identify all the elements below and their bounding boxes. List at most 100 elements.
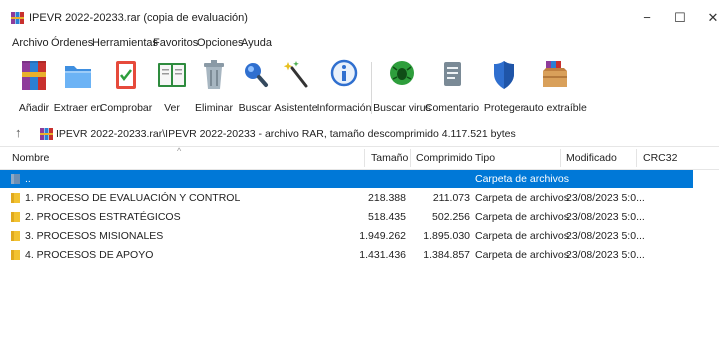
row-name: 3. PROCESOS MISIONALES — [25, 230, 164, 242]
row-type: Carpeta de archivos — [475, 230, 569, 242]
column-crc[interactable]: CRC32 — [643, 152, 677, 164]
comment-icon — [444, 62, 461, 86]
sfx-label: auto extraíble — [523, 102, 587, 114]
find-button[interactable]: Buscar — [238, 58, 272, 118]
add-button[interactable]: Añadir — [14, 58, 54, 118]
info-label: Información — [316, 102, 372, 114]
column-modified[interactable]: Modificado — [566, 152, 617, 164]
toolbar-separator — [371, 62, 372, 114]
test-button[interactable]: Comprobar — [100, 58, 152, 118]
file-list: ^ Nombre Tamaño Comprimido Tipo Modifica… — [0, 146, 719, 345]
menu-bar: Archivo Órdenes Herramientas Favoritos O… — [0, 37, 719, 53]
column-divider[interactable] — [636, 149, 637, 167]
address-path[interactable]: IPEVR 2022-20233.rar\IPEVR 2022-20233 - … — [56, 128, 516, 140]
row-name: .. — [25, 173, 31, 185]
row-packed: 502.256 — [432, 211, 470, 223]
column-size[interactable]: Tamaño — [371, 152, 408, 164]
info-icon — [330, 59, 358, 87]
row-name: 1. PROCESO DE EVALUACIÓN Y CONTROL — [25, 192, 241, 204]
row-type: Carpeta de archivos — [475, 211, 569, 223]
table-row[interactable]: 4. PROCESOS DE APOYO 1.431.436 1.384.857… — [0, 246, 693, 264]
row-modified: 23/08/2023 5:0... — [566, 192, 645, 204]
column-divider[interactable] — [560, 149, 561, 167]
test-checklist-icon — [116, 61, 136, 89]
table-row[interactable]: .. Carpeta de archivos — [0, 170, 693, 188]
add-books-icon — [22, 61, 46, 90]
menu-favoritos[interactable]: Favoritos — [153, 37, 198, 49]
row-size: 1.949.262 — [359, 230, 406, 242]
row-size: 518.435 — [368, 211, 406, 223]
view-button[interactable]: Ver — [155, 58, 189, 118]
row-packed: 1.895.030 — [423, 230, 470, 242]
row-modified: 23/08/2023 5:0... — [566, 211, 645, 223]
close-button[interactable]: ✕ — [703, 8, 719, 28]
shield-icon — [494, 61, 514, 89]
winrar-app-icon — [11, 12, 24, 24]
row-modified: 23/08/2023 5:0... — [566, 249, 645, 261]
row-packed: 1.384.857 — [423, 249, 470, 261]
row-type: Carpeta de archivos — [475, 173, 569, 185]
delete-button[interactable]: Eliminar — [195, 58, 233, 118]
row-type: Carpeta de archivos — [475, 192, 569, 204]
column-divider[interactable] — [364, 149, 365, 167]
maximize-button[interactable]: ☐ — [670, 8, 690, 28]
window-title: IPEVR 2022-20233.rar (copia de evaluació… — [29, 12, 248, 24]
trash-icon — [204, 60, 224, 89]
row-packed: 211.073 — [432, 192, 470, 204]
find-label: Buscar — [238, 102, 272, 114]
add-label: Añadir — [18, 102, 50, 114]
view-label: Ver — [164, 102, 180, 114]
list-header: ^ Nombre Tamaño Comprimido Tipo Modifica… — [0, 146, 719, 170]
toolbar: Añadir Extraer en Comprobar Ver Eliminar… — [0, 58, 719, 120]
wizard-wand-icon — [283, 61, 308, 88]
protect-button[interactable]: Proteger — [484, 58, 524, 118]
up-arrow-icon[interactable]: ↑ — [15, 125, 22, 140]
info-button[interactable]: Información — [317, 58, 371, 118]
sfx-button[interactable]: auto extraíble — [523, 58, 587, 118]
delete-label: Eliminar — [195, 102, 233, 114]
comment-label: Comentario — [424, 102, 480, 114]
virus-scan-icon — [390, 61, 414, 85]
table-row[interactable]: 1. PROCESO DE EVALUACIÓN Y CONTROL 218.3… — [0, 189, 693, 207]
magnifier-icon — [245, 63, 268, 87]
title-bar: IPEVR 2022-20233.rar (copia de evaluació… — [0, 0, 719, 34]
menu-ayuda[interactable]: Ayuda — [241, 37, 272, 49]
extract-folder-icon — [65, 66, 91, 88]
extract-to-button[interactable]: Extraer en — [54, 58, 102, 118]
test-label: Comprobar — [99, 102, 153, 114]
menu-opciones[interactable]: Opciones — [197, 37, 243, 49]
minimize-button[interactable]: − — [637, 8, 657, 28]
table-row[interactable]: 3. PROCESOS MISIONALES 1.949.262 1.895.0… — [0, 227, 693, 245]
column-name[interactable]: Nombre — [12, 152, 49, 164]
column-divider[interactable] — [410, 149, 411, 167]
folder-icon — [11, 250, 20, 260]
protect-label: Proteger — [483, 102, 525, 114]
virus-scan-button[interactable]: Buscar virus — [373, 58, 431, 118]
row-type: Carpeta de archivos — [475, 249, 569, 261]
sfx-box-icon — [543, 61, 567, 87]
row-size: 218.388 — [368, 192, 406, 204]
folder-icon — [11, 174, 20, 184]
folder-icon — [11, 193, 20, 203]
menu-herramientas[interactable]: Herramientas — [92, 37, 158, 49]
archive-icon — [40, 128, 53, 140]
row-name: 4. PROCESOS DE APOYO — [25, 249, 154, 261]
column-packed[interactable]: Comprimido — [416, 152, 473, 164]
extract-to-label: Extraer en — [53, 102, 103, 114]
menu-archivo[interactable]: Archivo — [12, 37, 49, 49]
address-bar: ↑ IPEVR 2022-20233.rar\IPEVR 2022-20233 … — [0, 123, 719, 145]
row-modified: 23/08/2023 5:0... — [566, 230, 645, 242]
menu-ordenes[interactable]: Órdenes — [51, 37, 93, 49]
view-book-icon — [158, 63, 186, 87]
folder-icon — [11, 231, 20, 241]
sort-caret-icon: ^ — [177, 146, 182, 156]
virus-scan-label: Buscar virus — [373, 102, 431, 114]
table-row[interactable]: 2. PROCESOS ESTRATÉGICOS 518.435 502.256… — [0, 208, 693, 226]
folder-icon — [11, 212, 20, 222]
wizard-label: Asistente — [274, 102, 318, 114]
column-type[interactable]: Tipo — [475, 152, 495, 164]
comment-button[interactable]: Comentario — [425, 58, 479, 118]
wizard-button[interactable]: Asistente — [274, 58, 318, 118]
row-size: 1.431.436 — [359, 249, 406, 261]
row-name: 2. PROCESOS ESTRATÉGICOS — [25, 211, 181, 223]
